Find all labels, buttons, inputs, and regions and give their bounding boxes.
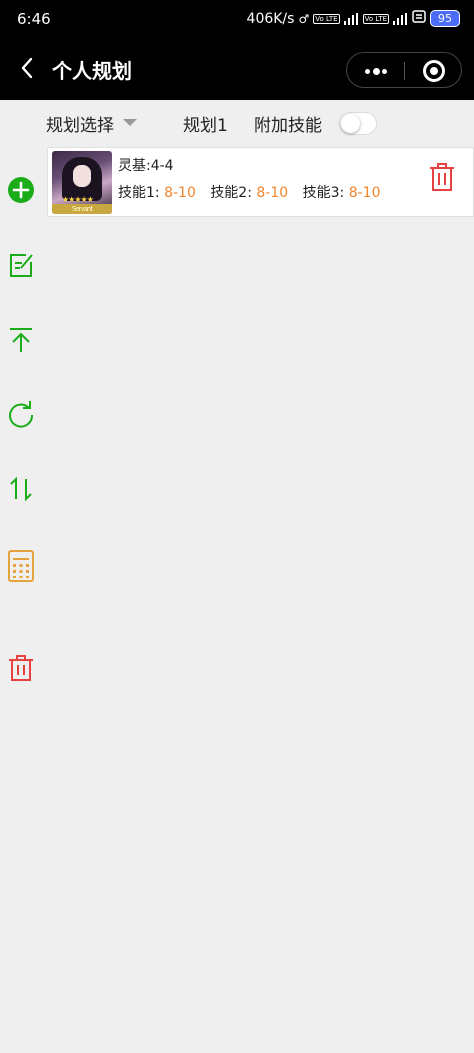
skill-label: 技能1: (118, 185, 160, 201)
skill-value: 8-10 (256, 185, 289, 201)
trash-icon[interactable] (429, 162, 455, 192)
servant-avatar[interactable]: ★★★★★ Servant (52, 151, 112, 214)
skill-label: 技能3: (302, 185, 345, 201)
extra-skill-label: 附加技能 (254, 116, 322, 136)
target-close-icon[interactable] (423, 60, 445, 82)
current-plan-name: 规划1 (183, 116, 228, 136)
calculator-icon[interactable] (7, 550, 35, 582)
volte-badge: Vo LTE (313, 13, 340, 24)
ascension-level: 灵基:4-4 (118, 158, 174, 174)
rarity-stars: ★★★★★ (62, 195, 94, 204)
skill-levels: 技能1: 8-10 技能2: 8-10 技能3: 8-10 (118, 182, 390, 202)
wifi-icon (412, 10, 426, 27)
servant-badge: Servant (52, 204, 112, 214)
volte-badge-2: Vo LTE (362, 13, 389, 24)
move-to-top-icon[interactable] (7, 326, 35, 354)
mini-program-capsule (346, 52, 462, 88)
status-bar: 6:46 406K/s ♂ Vo LTE Vo LTE 95 (0, 0, 474, 38)
chevron-left-icon[interactable] (16, 56, 40, 80)
battery-indicator: 95 (430, 10, 460, 27)
plan-select-dropdown[interactable]: 规划选择 (46, 111, 114, 136)
status-icons: 406K/s ♂ Vo LTE Vo LTE 95 (247, 10, 460, 27)
filter-row: 规划选择 规划1 附加技能 (0, 100, 474, 146)
capsule-divider (404, 62, 405, 80)
signal-icon-2 (393, 12, 408, 25)
nav-bar: 个人规划 (0, 38, 474, 100)
caret-down-icon[interactable] (123, 119, 137, 126)
edit-icon[interactable] (7, 251, 35, 279)
signal-icon (343, 12, 359, 25)
skill-value: 8-10 (164, 185, 196, 201)
status-time: 6:46 (17, 10, 51, 28)
page-title: 个人规划 (52, 59, 132, 83)
plan-card[interactable]: ★★★★★ Servant 灵基:4-4 技能1: 8-10 技能2: 8-10… (47, 147, 474, 217)
skill-label: 技能2: (210, 185, 252, 201)
trash-icon[interactable] (7, 654, 35, 682)
add-circle-icon[interactable] (7, 176, 35, 204)
net-speed: 406K/s (246, 10, 295, 27)
skill-value: 8-10 (348, 185, 381, 201)
more-dots-icon[interactable] (365, 61, 387, 81)
sort-icon[interactable] (7, 475, 35, 503)
bluetooth-icon: ♂ (298, 11, 310, 26)
extra-skill-toggle[interactable] (339, 112, 377, 135)
refresh-icon[interactable] (7, 400, 35, 428)
